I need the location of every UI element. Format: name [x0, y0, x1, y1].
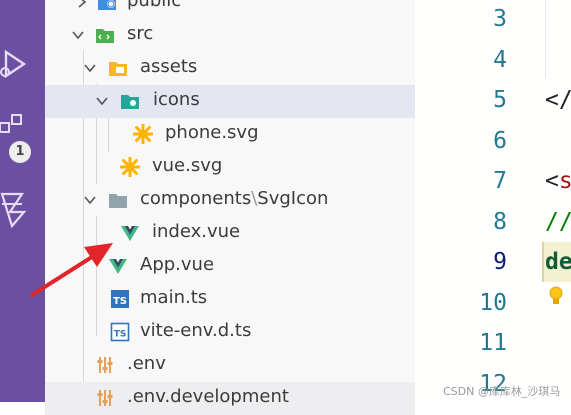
annotation-arrow: [30, 243, 113, 297]
watermark: CSDN @库库林_沙琪马: [443, 385, 561, 398]
